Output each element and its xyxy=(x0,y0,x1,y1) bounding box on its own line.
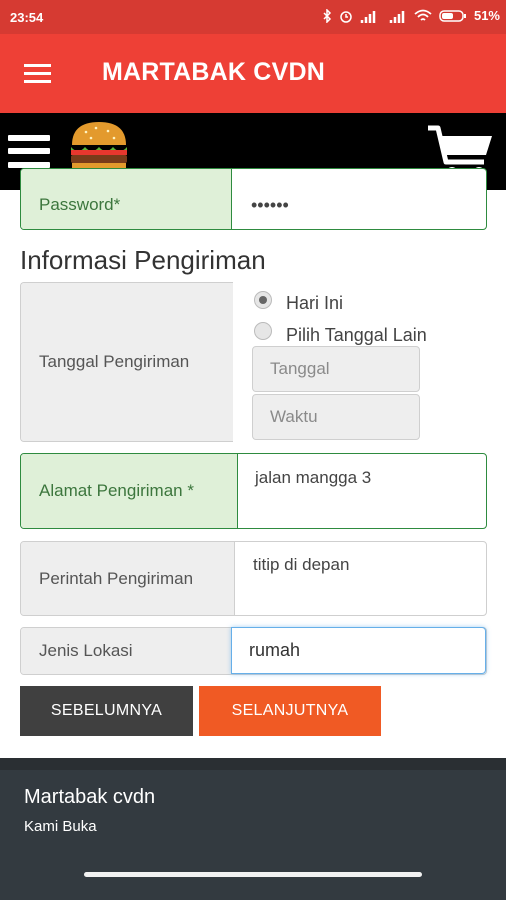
signal-icon xyxy=(360,10,376,23)
wifi-icon xyxy=(414,9,432,21)
battery-icon xyxy=(439,9,466,22)
radio-other-date[interactable] xyxy=(254,322,272,340)
location-type-value: rumah xyxy=(249,640,301,660)
footer-store-name: Martabak cvdn xyxy=(24,786,156,808)
app-title: MARTABAK CVDN xyxy=(102,58,325,86)
drawer-menu-icon[interactable] xyxy=(24,61,54,85)
address-field: Alamat Pengiriman * jalan mangga 3 xyxy=(20,453,487,529)
home-indicator[interactable] xyxy=(84,872,422,877)
status-time: 23:54 xyxy=(10,10,44,25)
site-menu-icon[interactable] xyxy=(8,133,50,171)
footer-stripe xyxy=(0,758,506,770)
previous-button[interactable]: SEBELUMNYA xyxy=(20,686,193,736)
signal-icon-2 xyxy=(389,10,405,23)
instructions-field: Perintah Pengiriman titip di depan xyxy=(20,541,487,616)
footer-open-status: Kami Buka xyxy=(24,818,97,835)
status-icons: 51% xyxy=(323,8,500,23)
radio-today[interactable] xyxy=(254,291,272,309)
date-input[interactable]: Tanggal xyxy=(252,346,420,392)
section-title: Informasi Pengiriman xyxy=(20,245,266,275)
password-label: Password* xyxy=(21,169,232,229)
footer: Martabak cvdn Kami Buka xyxy=(0,758,506,900)
password-field: Password* •••••• xyxy=(20,168,487,230)
radio-today-label[interactable]: Hari Ini xyxy=(286,293,343,314)
time-input[interactable]: Waktu xyxy=(252,394,420,440)
instructions-label: Perintah Pengiriman xyxy=(21,542,235,615)
location-type-input[interactable]: rumah xyxy=(231,627,486,674)
app-bar: MARTABAK CVDN xyxy=(0,34,506,113)
bluetooth-icon xyxy=(323,8,332,23)
battery-level: 51% xyxy=(473,8,500,23)
address-input[interactable]: jalan mangga 3 xyxy=(255,468,371,488)
delivery-date-label: Tanggal Pengiriman xyxy=(21,283,233,441)
alarm-icon xyxy=(340,10,352,23)
radio-other-date-label[interactable]: Pilih Tanggal Lain xyxy=(286,325,427,346)
password-input[interactable]: •••••• xyxy=(251,195,481,216)
status-bar: 23:54 51% xyxy=(0,0,506,34)
instructions-input[interactable]: titip di depan xyxy=(253,555,349,575)
next-button[interactable]: SELANJUTNYA xyxy=(199,686,381,736)
location-type-label: Jenis Lokasi xyxy=(21,628,233,674)
delivery-date-group: Tanggal Pengiriman xyxy=(20,282,233,442)
address-label: Alamat Pengiriman * xyxy=(21,454,238,528)
